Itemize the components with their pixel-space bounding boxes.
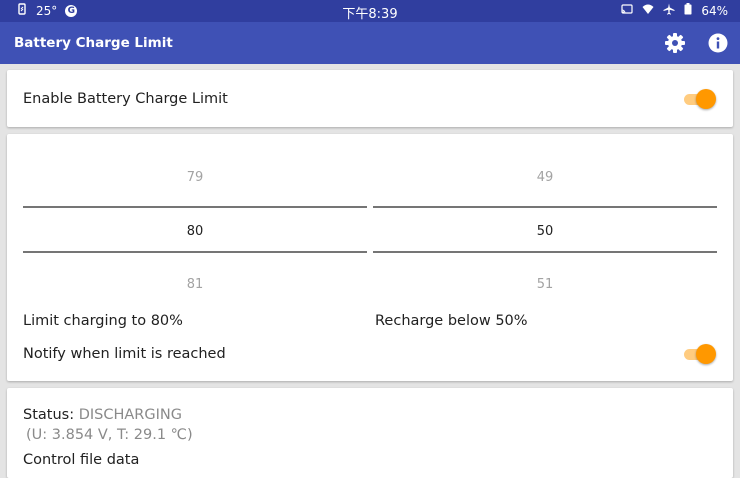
status-bar-right: 64%	[621, 3, 728, 18]
wifi-icon	[642, 3, 654, 18]
battery-percent-text: 64%	[701, 3, 728, 18]
battery-icon	[684, 3, 692, 18]
limit-charging-label: Limit charging to 80%	[23, 313, 183, 329]
limit-number-picker[interactable]: 79 80 81	[23, 134, 367, 294]
recharge-picker-value[interactable]: 50	[373, 224, 717, 239]
status-card: Status: DISCHARGING (U: 3.854 V, T: 29.1…	[7, 388, 733, 478]
info-icon	[708, 33, 728, 53]
picker-divider	[373, 251, 717, 253]
limit-picker-value[interactable]: 80	[23, 224, 367, 239]
app-bar: Battery Charge Limit	[0, 22, 740, 64]
app-title: Battery Charge Limit	[14, 35, 173, 51]
enable-limit-card: Enable Battery Charge Limit	[7, 70, 733, 127]
airplane-mode-icon	[663, 3, 675, 18]
cast-icon	[621, 3, 633, 18]
info-button[interactable]	[706, 31, 730, 55]
gear-icon	[665, 33, 685, 53]
settings-button[interactable]	[663, 31, 687, 55]
picker-divider	[23, 206, 367, 208]
enable-limit-label: Enable Battery Charge Limit	[23, 91, 228, 107]
status-value: DISCHARGING	[78, 407, 182, 423]
limits-card: 79 80 81 49 50 51 Limit charging to 80% …	[7, 134, 733, 381]
switch-thumb	[696, 344, 716, 364]
picker-divider	[373, 206, 717, 208]
status-label: Status:	[23, 407, 75, 423]
notify-switch[interactable]	[682, 343, 716, 365]
notify-label: Notify when limit is reached	[23, 346, 226, 362]
limit-picker-prev[interactable]: 79	[23, 170, 367, 185]
status-details: (U: 3.854 V, T: 29.1 ℃)	[26, 427, 193, 443]
recharge-number-picker[interactable]: 49 50 51	[373, 134, 717, 294]
enable-limit-switch[interactable]	[682, 88, 716, 110]
status-line: Status: DISCHARGING	[23, 407, 182, 423]
control-file-label: Control file data	[23, 452, 140, 468]
status-bar: 25° G 下午8:39 64%	[0, 0, 740, 22]
recharge-picker-next[interactable]: 51	[373, 277, 717, 292]
recharge-picker-prev[interactable]: 49	[373, 170, 717, 185]
picker-divider	[23, 251, 367, 253]
recharge-below-label: Recharge below 50%	[375, 313, 528, 329]
limit-picker-next[interactable]: 81	[23, 277, 367, 292]
switch-thumb	[696, 89, 716, 109]
